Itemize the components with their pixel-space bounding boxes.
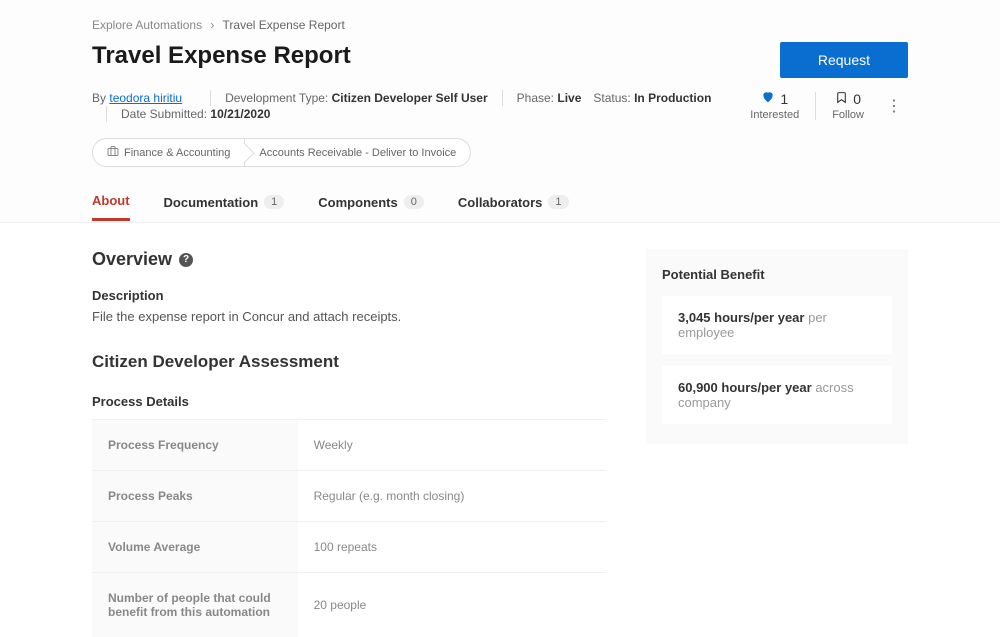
benefit-title: Potential Benefit	[662, 267, 892, 282]
meta-row: By teodora hiritiu Development Type: Cit…	[92, 90, 734, 122]
row-key: Process Frequency	[92, 420, 298, 471]
status: Status: In Production	[593, 91, 711, 105]
dev-type: Development Type: Citizen Developer Self…	[225, 91, 488, 105]
date-submitted: Date Submitted: 10/21/2020	[121, 107, 270, 121]
tab-collaborators[interactable]: Collaborators1	[458, 193, 569, 221]
tab-components[interactable]: Components0	[318, 193, 424, 221]
help-icon[interactable]: ?	[179, 253, 193, 267]
row-key: Number of people that could benefit from…	[92, 573, 298, 637]
more-icon[interactable]: ⋮	[880, 96, 908, 116]
row-val: 100 repeats	[298, 522, 606, 573]
divider	[210, 90, 211, 106]
follow-action[interactable]: 0 Follow	[816, 91, 880, 121]
table-row: Volume Average100 repeats	[92, 522, 606, 573]
benefit-row-1: 3,045 hours/per year per employee	[662, 296, 892, 354]
table-row: Process FrequencyWeekly	[92, 420, 606, 471]
divider	[502, 90, 503, 106]
row-val: 20 people	[298, 573, 606, 637]
description-text: File the expense report in Concur and at…	[92, 309, 606, 324]
tag-secondary-label: Accounts Receivable - Deliver to Invoice	[259, 147, 456, 159]
benefit-row-2: 60,900 hours/per year across company	[662, 366, 892, 424]
request-button[interactable]: Request	[780, 42, 908, 78]
row-key: Process Peaks	[92, 471, 298, 522]
follow-label: Follow	[832, 109, 864, 121]
description-label: Description	[92, 288, 606, 303]
tag-row: Finance & Accounting Accounts Receivable…	[92, 138, 734, 167]
table-row: Process PeaksRegular (e.g. month closing…	[92, 471, 606, 522]
chevron-right-icon: ›	[210, 18, 214, 32]
assessment-heading: Citizen Developer Assessment	[92, 352, 606, 372]
overview-heading: Overview ?	[92, 249, 606, 270]
process-details-table: Process FrequencyWeeklyProcess PeaksRegu…	[92, 419, 606, 637]
page-title: Travel Expense Report	[92, 42, 351, 70]
process-details-label: Process Details	[92, 394, 606, 409]
interested-count: 1	[780, 91, 788, 107]
tag-primary-label: Finance & Accounting	[124, 147, 230, 159]
tab-badge: 0	[404, 195, 424, 209]
table-row: Number of people that could benefit from…	[92, 573, 606, 637]
tag-secondary[interactable]: Accounts Receivable - Deliver to Invoice	[244, 139, 470, 166]
author-link[interactable]: teodora hiritiu	[109, 91, 182, 105]
by-label: By	[92, 91, 106, 105]
heart-icon	[761, 90, 775, 107]
bookmark-icon	[835, 91, 848, 107]
row-val: Regular (e.g. month closing)	[298, 471, 606, 522]
divider	[106, 106, 107, 122]
tabs: About Documentation1 Components0 Collaborat…	[92, 193, 908, 222]
tab-badge: 1	[264, 195, 284, 209]
breadcrumb-root[interactable]: Explore Automations	[92, 18, 202, 32]
phase: Phase: Live	[517, 91, 582, 105]
interested-label: Interested	[750, 109, 799, 121]
follow-count: 0	[853, 91, 861, 107]
tag-primary[interactable]: Finance & Accounting	[93, 139, 244, 166]
briefcase-icon	[107, 145, 119, 160]
tab-badge: 1	[548, 195, 568, 209]
benefit-card: Potential Benefit 3,045 hours/per year p…	[646, 249, 908, 444]
tab-about[interactable]: About	[92, 193, 130, 221]
breadcrumb-current: Travel Expense Report	[223, 18, 345, 32]
row-key: Volume Average	[92, 522, 298, 573]
breadcrumb: Explore Automations › Travel Expense Rep…	[92, 18, 908, 32]
row-val: Weekly	[298, 420, 606, 471]
interested-action[interactable]: 1 Interested	[734, 90, 815, 121]
tab-documentation[interactable]: Documentation1	[164, 193, 285, 221]
